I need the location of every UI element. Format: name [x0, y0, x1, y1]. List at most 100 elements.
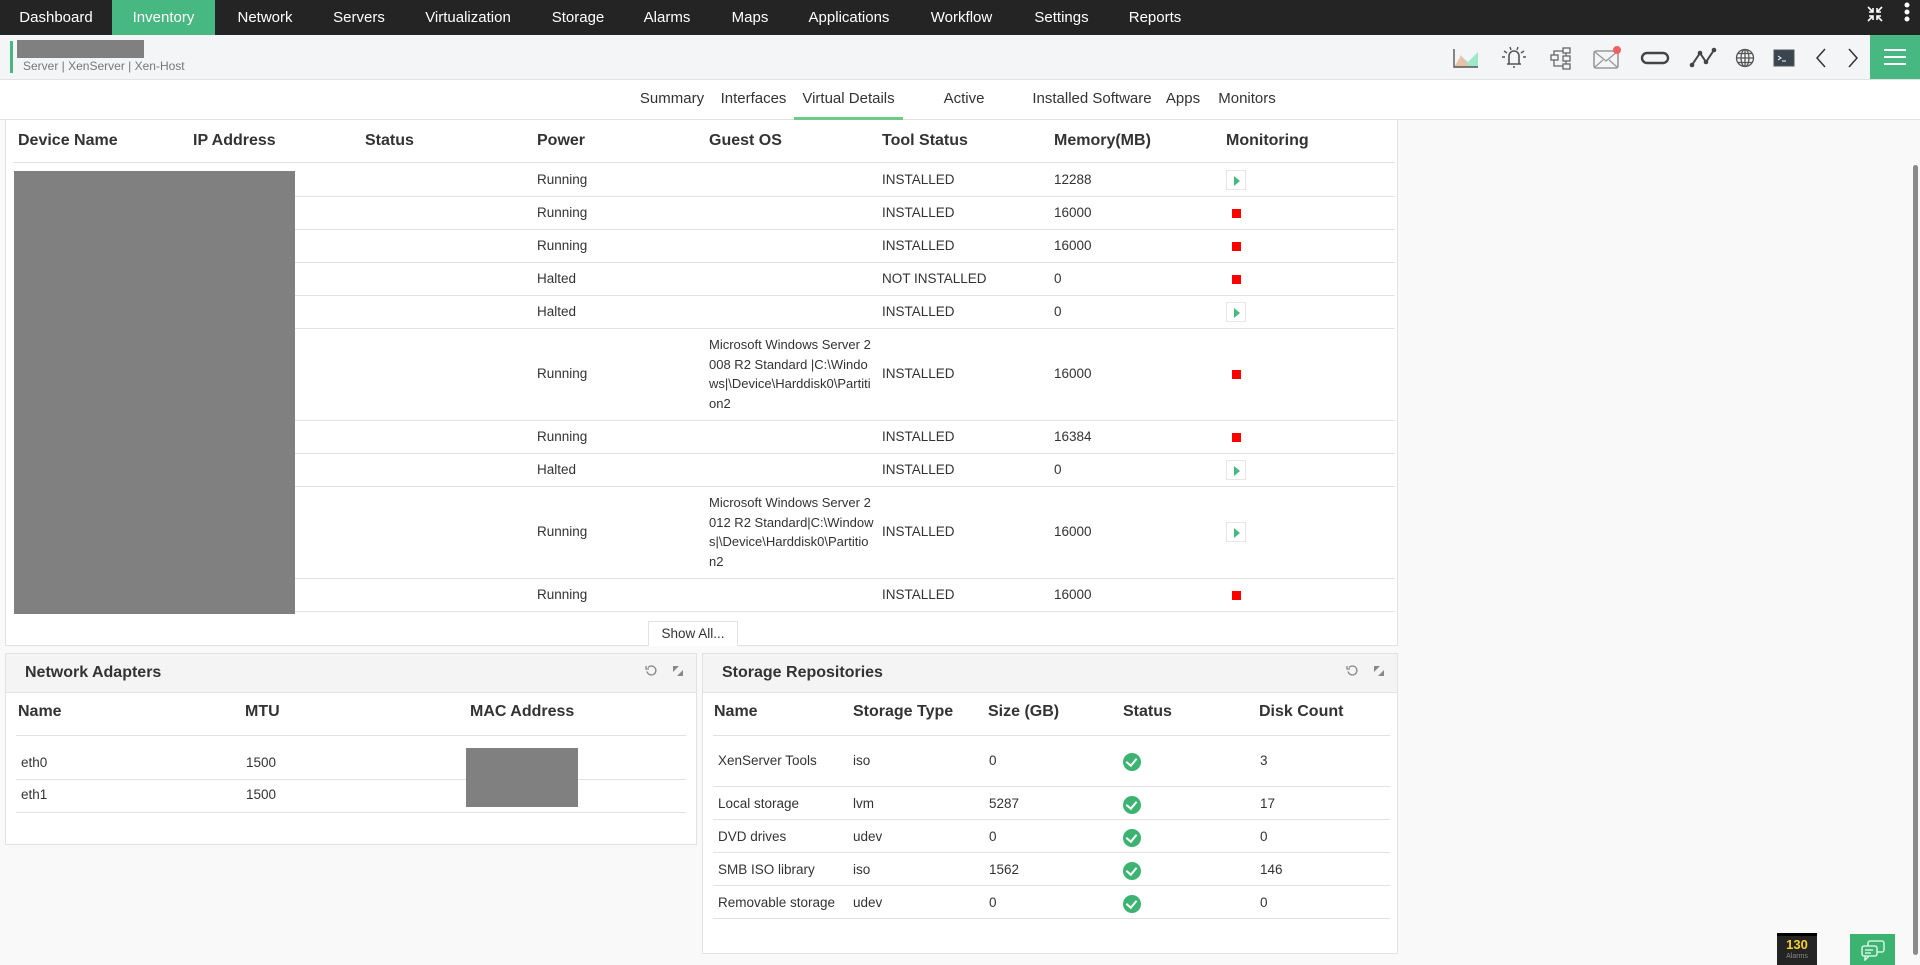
refresh-icon[interactable]	[643, 664, 659, 680]
device-name-redacted	[17, 40, 144, 58]
stop-monitoring-button[interactable]	[1232, 208, 1241, 218]
vm-tool-status: INSTALLED	[882, 366, 955, 381]
terminal-icon[interactable]	[1769, 43, 1799, 73]
col-tool-status[interactable]: Tool Status	[882, 132, 968, 150]
nav-reports[interactable]: Reports	[1109, 0, 1201, 35]
mail-icon[interactable]	[1592, 43, 1622, 73]
collapse-icon[interactable]	[1863, 0, 1887, 35]
mac-address-redacted	[466, 748, 578, 807]
col-monitoring[interactable]: Monitoring	[1226, 132, 1309, 150]
vm-power: Running	[537, 237, 588, 253]
tab-summary[interactable]: Summary	[637, 80, 707, 120]
sr-name: SMB ISO library	[718, 862, 815, 877]
expand-icon[interactable]	[1371, 664, 1387, 680]
tab-virtual-details[interactable]: Virtual Details	[794, 80, 903, 120]
tab-installed-software[interactable]: Installed Software	[1031, 80, 1153, 120]
nav-dashboard[interactable]: Dashboard	[0, 0, 112, 35]
device-names-redacted	[14, 171, 295, 614]
col-memory[interactable]: Memory(MB)	[1054, 132, 1151, 150]
col-mtu[interactable]: MTU	[245, 703, 280, 721]
more-options-icon[interactable]	[1895, 0, 1919, 35]
row-divider	[295, 328, 1395, 329]
refresh-icon[interactable]	[1344, 664, 1360, 680]
expand-icon[interactable]	[670, 664, 686, 680]
col-storage-type[interactable]: Storage Type	[853, 703, 953, 721]
tab-interfaces[interactable]: Interfaces	[716, 80, 791, 120]
menu-icon[interactable]	[1870, 35, 1920, 79]
col-mac-address[interactable]: MAC Address	[470, 703, 574, 721]
nav-network[interactable]: Network	[215, 0, 315, 35]
row-divider	[295, 229, 1395, 230]
alarm-bell-icon[interactable]	[1499, 43, 1529, 73]
nav-virtualization[interactable]: Virtualization	[403, 0, 533, 35]
nav-servers[interactable]: Servers	[315, 0, 403, 35]
chat-button[interactable]	[1850, 934, 1895, 965]
start-monitoring-button[interactable]	[1226, 522, 1246, 542]
vm-power: Running	[537, 204, 588, 220]
status-ok-icon	[1123, 796, 1141, 814]
network-adapters-panel: Network Adapters Name MTU MAC Address et…	[5, 653, 697, 845]
col-ip-address[interactable]: IP Address	[193, 132, 276, 150]
col-disk-count[interactable]: Disk Count	[1259, 703, 1343, 721]
network-adapters-title: Network Adapters	[25, 664, 162, 681]
col-power[interactable]: Power	[537, 132, 585, 150]
trend-icon[interactable]	[1688, 43, 1718, 73]
stop-monitoring-button[interactable]	[1232, 432, 1241, 442]
col-device-name[interactable]: Device Name	[18, 132, 118, 150]
forward-icon[interactable]	[1838, 43, 1868, 73]
sr-size: 0	[989, 753, 997, 768]
stop-monitoring-button[interactable]	[1232, 370, 1241, 379]
nav-inventory[interactable]: Inventory	[112, 0, 215, 35]
globe-icon[interactable]	[1730, 43, 1760, 73]
sr-disk-count: 0	[1260, 895, 1268, 910]
row-divider	[295, 611, 1395, 612]
stop-monitoring-button[interactable]	[1232, 274, 1241, 284]
top-navigation: Dashboard Inventory Network Servers Virt…	[0, 0, 1920, 35]
sr-size: 0	[989, 895, 997, 910]
header-divider	[13, 162, 1395, 163]
breadcrumb: Server | XenServer | Xen-Host	[23, 59, 185, 73]
sr-type: udev	[853, 829, 883, 844]
alarm-count-badge[interactable]: 130 Alarms	[1777, 933, 1817, 965]
col-guest-os[interactable]: Guest OS	[709, 132, 782, 150]
back-icon[interactable]	[1806, 43, 1836, 73]
stop-monitoring-button[interactable]	[1232, 241, 1241, 251]
nav-settings[interactable]: Settings	[1014, 0, 1109, 35]
stop-monitoring-button[interactable]	[1232, 590, 1241, 600]
vm-memory: 0	[1054, 461, 1062, 477]
chat-icon	[1860, 939, 1885, 961]
workflow-icon[interactable]	[1546, 43, 1576, 73]
start-monitoring-button[interactable]	[1226, 169, 1246, 190]
vm-memory: 16384	[1054, 428, 1092, 444]
show-all-button[interactable]: Show All...	[648, 621, 738, 646]
col-size[interactable]: Size (GB)	[988, 703, 1059, 721]
row-divider	[295, 420, 1395, 421]
vm-power: Halted	[537, 461, 577, 477]
row-divider	[713, 885, 1390, 886]
vm-memory: 16000	[1054, 524, 1092, 539]
nav-alarms[interactable]: Alarms	[623, 0, 711, 35]
alarm-count: 130	[1786, 937, 1808, 952]
start-monitoring-button[interactable]	[1226, 459, 1246, 480]
chart-icon[interactable]	[1451, 43, 1481, 73]
nav-storage[interactable]: Storage	[533, 0, 623, 35]
sr-size: 5287	[989, 796, 1020, 811]
col-status[interactable]: Status	[1123, 703, 1172, 721]
vm-memory: 12288	[1054, 171, 1092, 187]
nav-workflow[interactable]: Workflow	[909, 0, 1014, 35]
sync-icon[interactable]	[1640, 43, 1670, 73]
start-monitoring-button[interactable]	[1226, 301, 1246, 322]
row-divider	[713, 852, 1390, 853]
col-status[interactable]: Status	[365, 132, 414, 150]
sr-type: udev	[853, 895, 883, 910]
nav-maps[interactable]: Maps	[711, 0, 789, 35]
tab-active-processes[interactable]: Active Processes	[908, 80, 1020, 145]
page-scrollbar[interactable]	[1913, 165, 1918, 955]
vm-power: Running	[537, 428, 588, 444]
tab-monitors[interactable]: Monitors	[1213, 80, 1281, 120]
tab-apps[interactable]: Apps	[1163, 80, 1203, 120]
nav-applications[interactable]: Applications	[789, 0, 909, 35]
storage-repositories-header: Storage Repositories	[703, 654, 1397, 693]
col-name[interactable]: Name	[714, 703, 758, 721]
col-name[interactable]: Name	[18, 703, 62, 721]
